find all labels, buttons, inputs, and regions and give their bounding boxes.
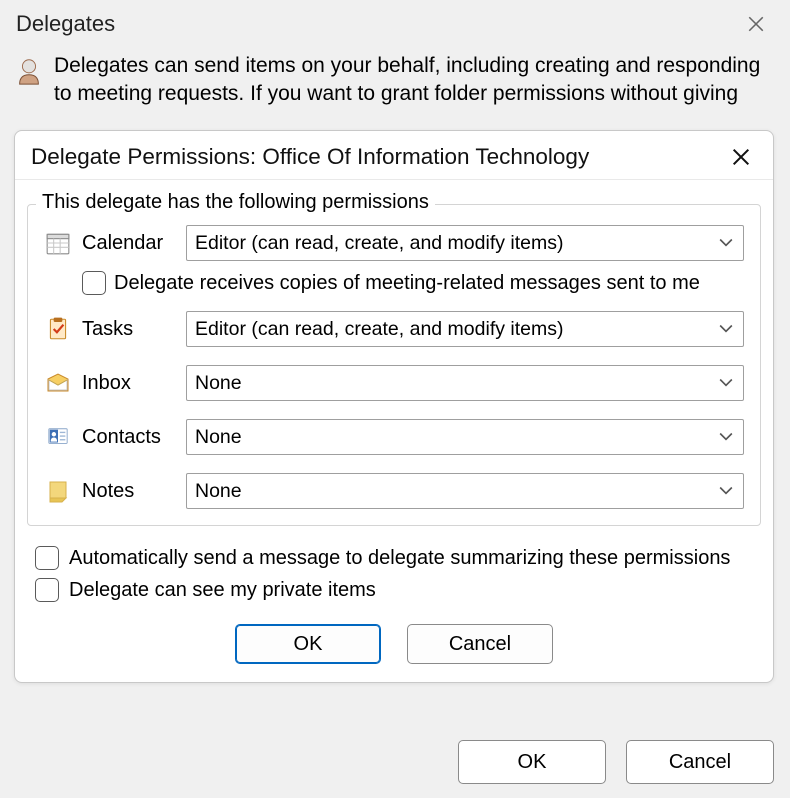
chevron-down-icon (719, 486, 733, 496)
inbox-label: Inbox (82, 372, 186, 395)
notes-label: Notes (82, 480, 186, 503)
contacts-permission-select[interactable]: None (186, 419, 744, 455)
delegate-permissions-dialog: Delegate Permissions: Office Of Informat… (14, 130, 774, 683)
delegate-head-icon (14, 56, 44, 86)
auto-summary-row[interactable]: Automatically send a message to delegate… (35, 542, 753, 574)
inner-ok-button[interactable]: OK (235, 624, 381, 664)
outer-close-button[interactable] (736, 8, 776, 40)
auto-summary-label: Automatically send a message to delegate… (69, 547, 730, 570)
inbox-icon (44, 369, 72, 397)
outer-button-row: OK Cancel (458, 740, 774, 784)
notes-permission-select[interactable]: None (186, 473, 744, 509)
private-items-label: Delegate can see my private items (69, 579, 376, 602)
contacts-permission-value: None (195, 426, 242, 449)
inbox-permission-value: None (195, 372, 242, 395)
chevron-down-icon (719, 432, 733, 442)
meeting-copies-row[interactable]: Delegate receives copies of meeting-rela… (82, 267, 744, 305)
private-items-row[interactable]: Delegate can see my private items (35, 574, 753, 606)
outer-body: Delegates can send items on your behalf,… (0, 44, 790, 109)
contacts-label: Contacts (82, 426, 186, 449)
outer-cancel-button[interactable]: Cancel (626, 740, 774, 784)
outer-description: Delegates can send items on your behalf,… (54, 52, 776, 109)
outer-ok-label: OK (518, 751, 547, 774)
notes-permission-value: None (195, 480, 242, 503)
tasks-label: Tasks (82, 318, 186, 341)
extra-checkbox-block: Automatically send a message to delegate… (15, 526, 773, 612)
close-icon (747, 15, 765, 33)
inner-close-button[interactable] (727, 143, 755, 171)
inner-dialog-title: Delegate Permissions: Office Of Informat… (31, 144, 589, 170)
inner-titlebar: Delegate Permissions: Office Of Informat… (15, 131, 773, 180)
inner-ok-label: OK (294, 633, 323, 656)
contacts-icon (44, 423, 72, 451)
auto-summary-checkbox[interactable] (35, 546, 59, 570)
inbox-permission-select[interactable]: None (186, 365, 744, 401)
meeting-copies-label: Delegate receives copies of meeting-rela… (114, 272, 700, 295)
delegates-window: Delegates Delegates can send items on yo… (0, 0, 790, 798)
tasks-permission-select[interactable]: Editor (can read, create, and modify ite… (186, 311, 744, 347)
chevron-down-icon (719, 324, 733, 334)
private-items-checkbox[interactable] (35, 578, 59, 602)
calendar-permission-select[interactable]: Editor (can read, create, and modify ite… (186, 225, 744, 261)
calendar-permission-value: Editor (can read, create, and modify ite… (195, 232, 564, 255)
tasks-icon (44, 315, 72, 343)
outer-titlebar: Delegates (0, 0, 790, 44)
permissions-groupbox: This delegate has the following permissi… (27, 204, 761, 526)
tasks-permission-value: Editor (can read, create, and modify ite… (195, 318, 564, 341)
chevron-down-icon (719, 238, 733, 248)
meeting-copies-checkbox[interactable] (82, 271, 106, 295)
notes-icon (44, 477, 72, 505)
chevron-down-icon (719, 378, 733, 388)
calendar-label: Calendar (82, 232, 186, 255)
outer-cancel-label: Cancel (669, 751, 731, 774)
outer-window-title: Delegates (16, 11, 115, 37)
inner-button-row: OK Cancel (15, 612, 773, 674)
groupbox-legend: This delegate has the following permissi… (36, 191, 435, 214)
inner-cancel-button[interactable]: Cancel (407, 624, 553, 664)
calendar-icon (44, 229, 72, 257)
inner-cancel-label: Cancel (449, 633, 511, 656)
close-icon (732, 148, 750, 166)
outer-ok-button[interactable]: OK (458, 740, 606, 784)
